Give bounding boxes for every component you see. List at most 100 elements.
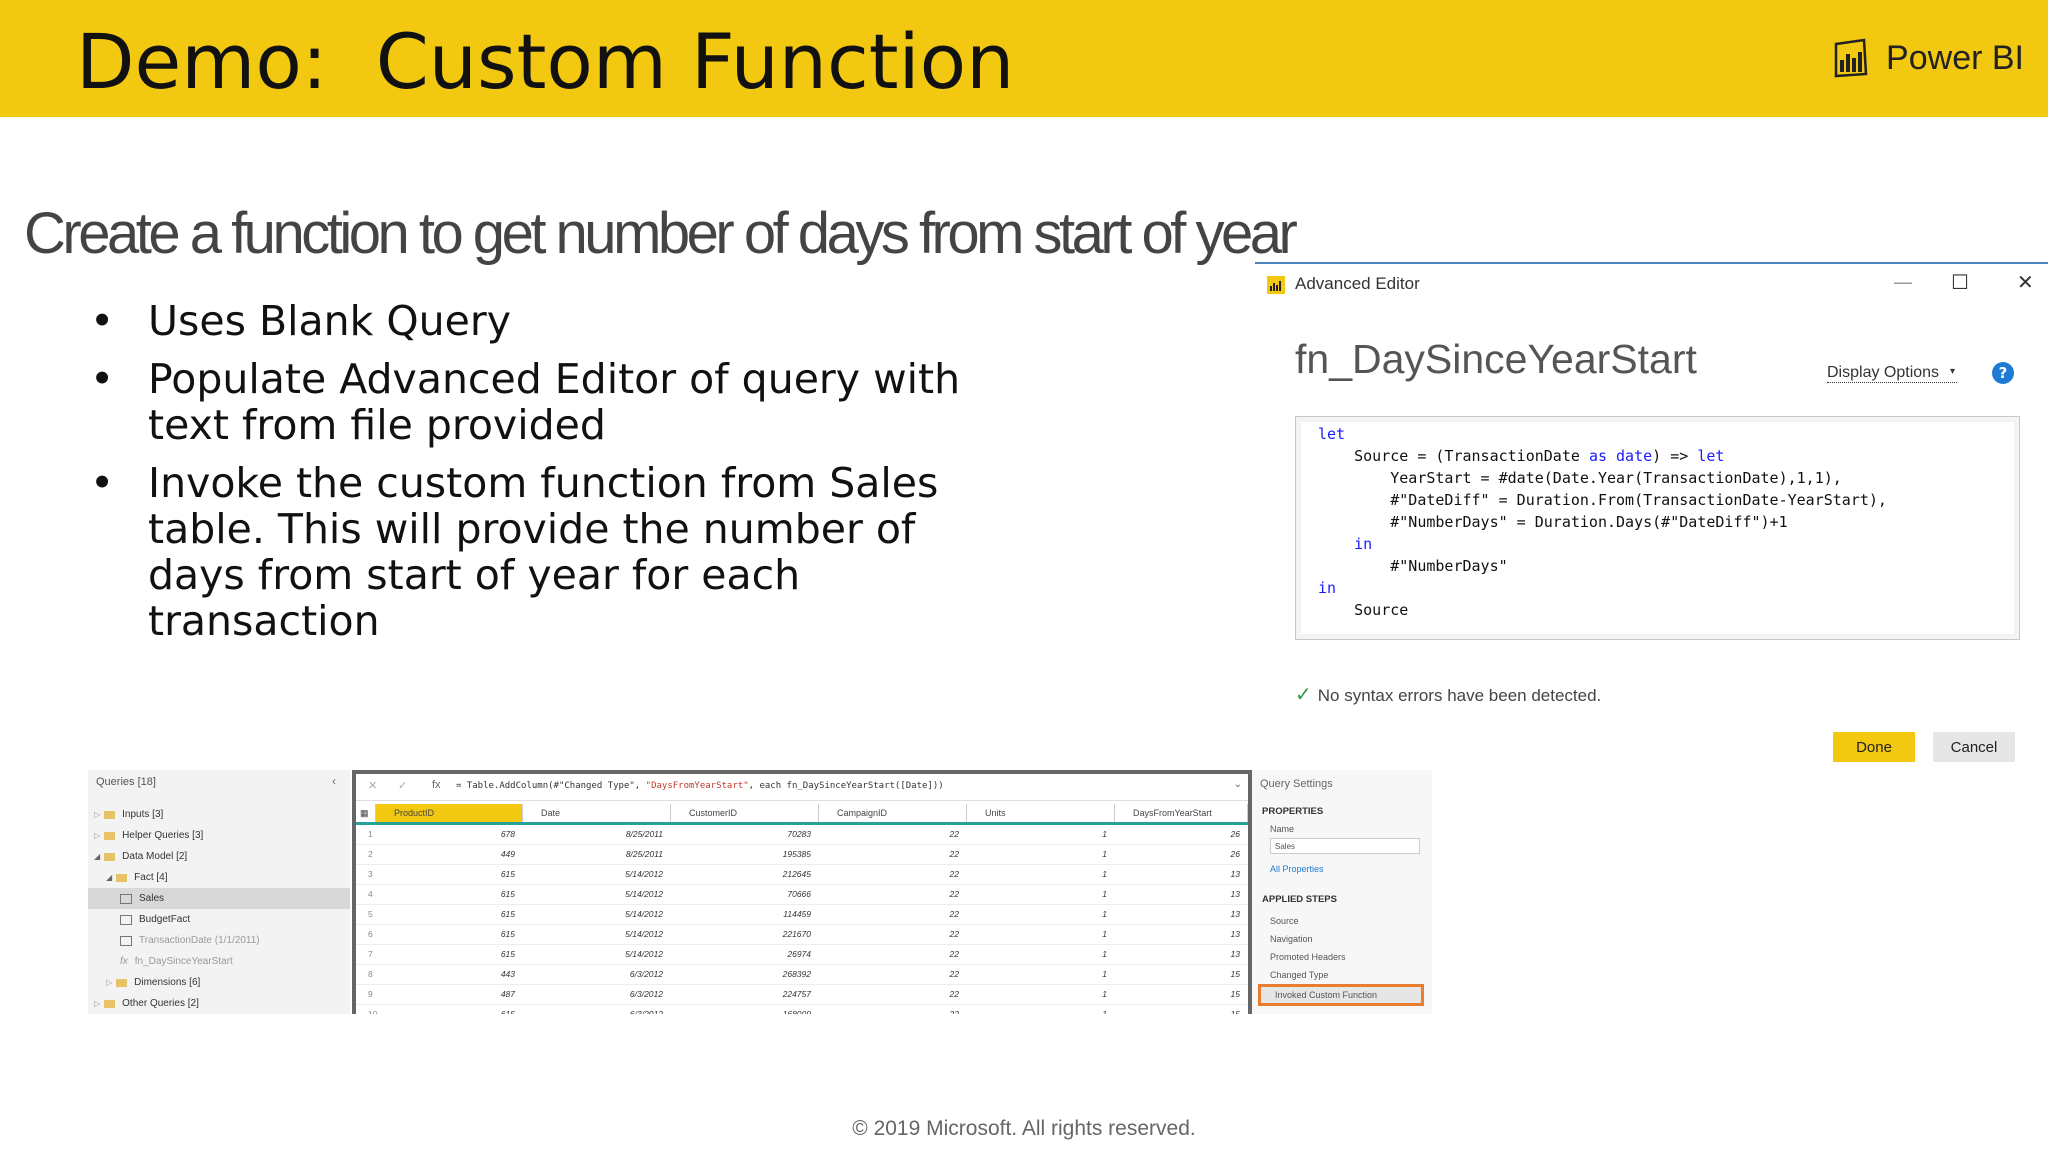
table-row[interactable]: 2 449 8/25/2011 195385 22 1 26 <box>356 845 1248 865</box>
table-cell[interactable]: 212645 <box>671 865 819 884</box>
table-cell[interactable]: 22 <box>819 985 967 1004</box>
chevron-down-icon[interactable]: ⌄ <box>1234 779 1242 790</box>
table-cell[interactable]: 13 <box>1115 925 1248 944</box>
table-cell[interactable]: 26 <box>1115 825 1248 844</box>
table-cell[interactable]: 1 <box>967 1005 1115 1014</box>
applied-step[interactable]: Navigation <box>1270 934 1313 944</box>
collapse-icon[interactable]: ‹ <box>332 774 336 788</box>
table-cell[interactable]: 615 <box>376 1005 523 1014</box>
table-cell[interactable]: 1 <box>967 885 1115 904</box>
column-header[interactable]: CustomerID <box>671 804 819 822</box>
tree-item[interactable]: ▷ Dimensions [6] <box>88 972 350 993</box>
table-cell[interactable]: 195385 <box>671 845 819 864</box>
table-cell[interactable]: 615 <box>376 865 523 884</box>
code-editor[interactable]: let Source = (TransactionDate as date) =… <box>1295 416 2020 640</box>
help-icon[interactable]: ? <box>1992 362 2014 384</box>
table-cell[interactable]: 224757 <box>671 985 819 1004</box>
table-cell[interactable]: 22 <box>819 885 967 904</box>
all-properties-link[interactable]: All Properties <box>1270 864 1324 874</box>
table-cell[interactable]: 1 <box>967 985 1115 1004</box>
table-cell[interactable]: 1 <box>967 945 1115 964</box>
tree-item[interactable]: ◢ Data Model [2] <box>88 846 350 867</box>
table-cell[interactable]: 22 <box>819 965 967 984</box>
table-cell[interactable]: 5/14/2012 <box>523 925 671 944</box>
table-cell[interactable]: 1 <box>967 825 1115 844</box>
table-cell[interactable]: 615 <box>376 885 523 904</box>
tree-item[interactable]: fx fn_DaySinceYearStart <box>88 951 350 972</box>
column-header[interactable]: ProductID <box>376 804 523 822</box>
table-cell[interactable]: 22 <box>819 1005 967 1014</box>
table-cell[interactable]: 22 <box>819 925 967 944</box>
table-cell[interactable]: 8/25/2011 <box>523 845 671 864</box>
table-cell[interactable]: 6/3/2012 <box>523 1005 671 1014</box>
applied-step[interactable]: Source <box>1270 916 1299 926</box>
confirm-formula-icon[interactable]: ✓ <box>398 779 407 792</box>
table-cell[interactable]: 487 <box>376 985 523 1004</box>
applied-step-invoked-custom-function[interactable]: Invoked Custom Function <box>1258 984 1424 1006</box>
table-cell[interactable]: 22 <box>819 945 967 964</box>
done-button[interactable]: Done <box>1833 732 1915 762</box>
table-cell[interactable]: 22 <box>819 845 967 864</box>
table-cell[interactable]: 221670 <box>671 925 819 944</box>
column-header[interactable]: Units <box>967 804 1115 822</box>
table-row[interactable]: 3 615 5/14/2012 212645 22 1 13 <box>356 865 1248 885</box>
table-cell[interactable]: 1 <box>967 845 1115 864</box>
table-row[interactable]: 9 487 6/3/2012 224757 22 1 15 <box>356 985 1248 1005</box>
cancel-formula-icon[interactable]: ✕ <box>368 779 377 792</box>
table-row[interactable]: 5 615 5/14/2012 114459 22 1 13 <box>356 905 1248 925</box>
tree-item[interactable]: ▷ Inputs [3] <box>88 804 350 825</box>
table-cell[interactable]: 13 <box>1115 945 1248 964</box>
table-cell[interactable]: 1 <box>967 925 1115 944</box>
table-cell[interactable]: 15 <box>1115 1005 1248 1014</box>
tree-item[interactable]: ▷ Helper Queries [3] <box>88 825 350 846</box>
tree-item[interactable]: TransactionDate (1/1/2011) <box>88 930 350 951</box>
table-cell[interactable]: 13 <box>1115 885 1248 904</box>
table-cell[interactable]: 15 <box>1115 985 1248 1004</box>
column-header[interactable]: Date <box>523 804 671 822</box>
applied-step[interactable]: Changed Type <box>1270 970 1328 980</box>
table-cell[interactable]: 15 <box>1115 965 1248 984</box>
table-cell[interactable]: 615 <box>376 925 523 944</box>
formula-bar[interactable]: ✕ ✓ fx = Table.AddColumn(#"Changed Type"… <box>356 774 1248 801</box>
table-cell[interactable]: 6/3/2012 <box>523 965 671 984</box>
table-row[interactable]: 8 443 6/3/2012 268392 22 1 15 <box>356 965 1248 985</box>
table-cell[interactable]: 70666 <box>671 885 819 904</box>
table-cell[interactable]: 1 <box>967 905 1115 924</box>
tree-item[interactable]: ◢ Fact [4] <box>88 867 350 888</box>
table-cell[interactable]: 22 <box>819 825 967 844</box>
table-cell[interactable]: 13 <box>1115 905 1248 924</box>
table-row[interactable]: 10 615 6/3/2012 168009 22 1 15 <box>356 1005 1248 1014</box>
table-cell[interactable]: 615 <box>376 945 523 964</box>
applied-step[interactable]: Promoted Headers <box>1270 952 1346 962</box>
table-cell[interactable]: 5/14/2012 <box>523 905 671 924</box>
table-cell[interactable]: 26 <box>1115 845 1248 864</box>
table-cell[interactable]: 8/25/2011 <box>523 825 671 844</box>
maximize-icon[interactable]: ☐ <box>1951 270 1969 294</box>
display-options-dropdown[interactable]: Display Options ▾ <box>1827 364 1958 383</box>
table-row[interactable]: 4 615 5/14/2012 70666 22 1 13 <box>356 885 1248 905</box>
table-cell[interactable]: 615 <box>376 905 523 924</box>
table-cell[interactable]: 5/14/2012 <box>523 945 671 964</box>
table-cell[interactable]: 443 <box>376 965 523 984</box>
table-cell[interactable]: 70283 <box>671 825 819 844</box>
table-row[interactable]: 1 678 8/25/2011 70283 22 1 26 <box>356 825 1248 845</box>
column-header[interactable]: CampaignID <box>819 804 967 822</box>
table-cell[interactable]: 5/14/2012 <box>523 885 671 904</box>
table-cell[interactable]: 5/14/2012 <box>523 865 671 884</box>
tree-item[interactable]: BudgetFact <box>88 909 350 930</box>
table-menu-icon[interactable]: ▦ <box>356 804 376 822</box>
table-cell[interactable]: 268392 <box>671 965 819 984</box>
minimize-icon[interactable]: — <box>1893 270 1913 294</box>
table-cell[interactable]: 114459 <box>671 905 819 924</box>
close-icon[interactable]: ✕ <box>2017 270 2034 294</box>
table-cell[interactable]: 678 <box>376 825 523 844</box>
column-header[interactable]: DaysFromYearStart <box>1115 804 1248 822</box>
table-cell[interactable]: 449 <box>376 845 523 864</box>
table-cell[interactable]: 1 <box>967 965 1115 984</box>
tree-item-sales[interactable]: Sales <box>88 888 350 909</box>
table-cell[interactable]: 6/3/2012 <box>523 985 671 1004</box>
table-cell[interactable]: 168009 <box>671 1005 819 1014</box>
cancel-button[interactable]: Cancel <box>1933 732 2015 762</box>
table-cell[interactable]: 22 <box>819 905 967 924</box>
table-cell[interactable]: 26974 <box>671 945 819 964</box>
